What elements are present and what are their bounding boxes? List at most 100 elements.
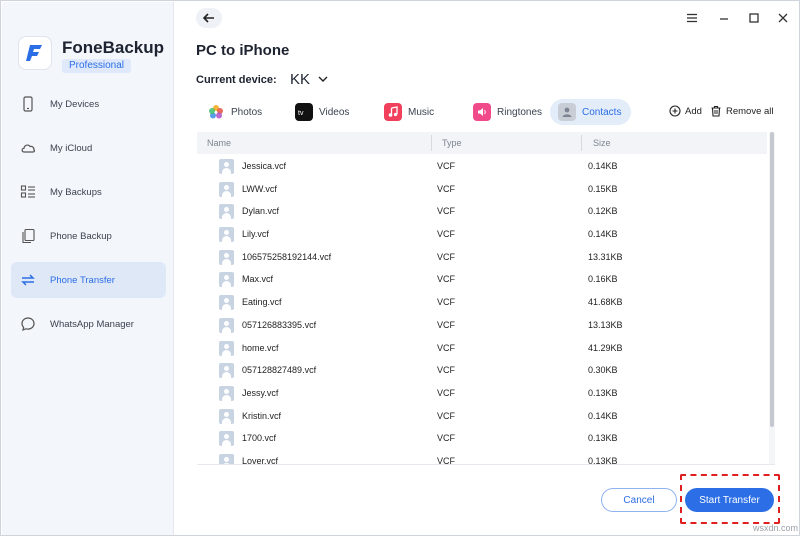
sidebar-item-my-backups[interactable]: My Backups (11, 174, 166, 210)
file-type: VCF (437, 319, 455, 330)
table-row[interactable]: 1700.vcf VCF 0.13KB (197, 427, 767, 450)
table-row[interactable]: Lily.vcf VCF 0.14KB (197, 223, 767, 246)
table-row[interactable]: 057128827489.vcf VCF 0.30KB (197, 359, 767, 382)
table-row[interactable]: Jessica.vcf VCF 0.14KB (197, 155, 767, 178)
contact-file-icon (219, 431, 234, 447)
file-name: Lily.vcf (242, 229, 269, 240)
file-size: 0.30KB (588, 365, 618, 376)
sidebar-item-label: My Devices (50, 98, 100, 110)
column-header-size[interactable]: Size (593, 132, 611, 154)
transfer-icon (19, 271, 37, 289)
highlight-box (680, 474, 780, 524)
music-icon (384, 103, 402, 121)
page-title: PC to iPhone (196, 42, 290, 59)
file-type: VCF (437, 365, 455, 376)
sidebar-item-my-icloud[interactable]: My iCloud (11, 130, 166, 166)
ringtones-icon (473, 103, 491, 121)
table-body: Jessica.vcf VCF 0.14KB LWW.vcf VCF 0.15KB Dyla… (197, 155, 767, 465)
tab-label: Videos (319, 106, 350, 118)
tab-music[interactable]: Music (376, 99, 444, 125)
cloud-icon (19, 139, 37, 157)
sidebar-item-phone-backup[interactable]: Phone Backup (11, 218, 166, 254)
chevron-down-icon[interactable] (317, 73, 329, 85)
app-name: FoneBackup (62, 38, 165, 57)
file-type: VCF (437, 297, 455, 308)
contact-file-icon (219, 385, 234, 401)
table-row[interactable]: 106575258192144.vcf VCF 13.31KB (197, 246, 767, 269)
table-row[interactable]: home.vcf VCF 41.29KB (197, 337, 767, 360)
trash-icon (711, 105, 721, 117)
column-divider (581, 135, 582, 151)
sidebar-item-whatsapp-manager[interactable]: WhatsApp Manager (11, 306, 166, 342)
minimize-button[interactable] (716, 10, 732, 26)
file-name: Jessy.vcf (242, 387, 279, 398)
table-row[interactable]: LWW.vcf VCF 0.15KB (197, 178, 767, 201)
tab-photos[interactable]: Photos (199, 99, 272, 125)
contact-file-icon (219, 453, 234, 464)
edition-badge: Professional (62, 59, 132, 73)
tab-label: Music (408, 106, 435, 118)
file-name: 106575258192144.vcf (242, 251, 332, 262)
contact-file-icon (219, 340, 234, 356)
table-row[interactable]: 057126883395.vcf VCF 13.13KB (197, 314, 767, 337)
file-table: Name Type Size Jessica.vcf VCF 0.14KB LWW.v… (197, 132, 775, 465)
tab-videos[interactable]: tv Videos (287, 99, 359, 125)
column-header-type[interactable]: Type (442, 132, 462, 154)
main-panel: PC to iPhone Current device: KK Photos t… (175, 2, 799, 535)
file-size: 0.13KB (588, 455, 618, 465)
file-size: 0.14KB (588, 410, 618, 421)
column-header-name[interactable]: Name (207, 132, 231, 154)
plus-circle-icon (669, 105, 681, 117)
file-type: VCF (437, 161, 455, 171)
table-row[interactable]: Dylan.vcf VCF 0.12KB (197, 200, 767, 223)
back-button[interactable] (196, 8, 222, 28)
device-label: Current device: (196, 74, 277, 86)
file-name: Eating.vcf (242, 297, 282, 308)
column-divider (431, 135, 432, 151)
file-size: 0.16KB (588, 274, 618, 285)
app-window: FoneBackup Professional My Devices My iC… (0, 0, 800, 536)
table-row[interactable]: Kristin.vcf VCF 0.14KB (197, 405, 767, 428)
tab-contacts[interactable]: Contacts (550, 99, 632, 125)
add-button[interactable]: Add (669, 105, 702, 117)
sidebar-item-label: WhatsApp Manager (50, 318, 134, 330)
file-size: 0.12KB (588, 206, 618, 217)
menu-button[interactable] (684, 10, 700, 26)
contact-file-icon (219, 204, 234, 220)
file-size: 13.13KB (588, 319, 623, 330)
photos-icon (207, 103, 225, 121)
file-name: Dylan.vcf (242, 206, 280, 217)
svg-text:tv: tv (298, 110, 304, 117)
close-button[interactable] (775, 10, 791, 26)
watermark: wsxdn.com (753, 523, 799, 533)
file-name: 057128827489.vcf (242, 365, 317, 376)
backups-icon (19, 183, 37, 201)
tab-ringtones[interactable]: Ringtones (465, 99, 552, 125)
file-size: 0.15KB (588, 183, 618, 194)
contacts-icon (558, 103, 576, 121)
maximize-button[interactable] (746, 10, 762, 26)
remove-all-button[interactable]: Remove all (710, 105, 774, 117)
table-row[interactable]: Max.vcf VCF 0.16KB (197, 268, 767, 291)
contact-file-icon (219, 272, 234, 288)
cancel-button[interactable]: Cancel (601, 488, 677, 512)
file-size: 0.14KB (588, 229, 618, 240)
table-row[interactable]: Jessy.vcf VCF 0.13KB (197, 382, 767, 405)
file-size: 13.31KB (588, 251, 623, 262)
remove-all-label: Remove all (726, 105, 774, 117)
contact-file-icon (219, 408, 234, 424)
table-row[interactable]: Lover.vcf VCF 0.13KB (197, 450, 767, 465)
sidebar-item-phone-transfer[interactable]: Phone Transfer (11, 262, 166, 298)
device-selector[interactable]: KK (290, 71, 310, 88)
file-type: VCF (437, 433, 455, 444)
sidebar-item-my-devices[interactable]: My Devices (11, 86, 166, 122)
file-name: home.vcf (242, 342, 279, 353)
table-header: Name Type Size (197, 132, 767, 154)
sidebar-item-label: My iCloud (50, 142, 93, 154)
table-row[interactable]: Eating.vcf VCF 41.68KB (197, 291, 767, 314)
contact-file-icon (219, 181, 234, 197)
sidebar: FoneBackup Professional My Devices My iC… (2, 2, 174, 535)
file-size: 41.68KB (588, 297, 623, 308)
scrollbar-thumb[interactable] (770, 132, 774, 427)
sidebar-item-label: My Backups (50, 186, 102, 198)
